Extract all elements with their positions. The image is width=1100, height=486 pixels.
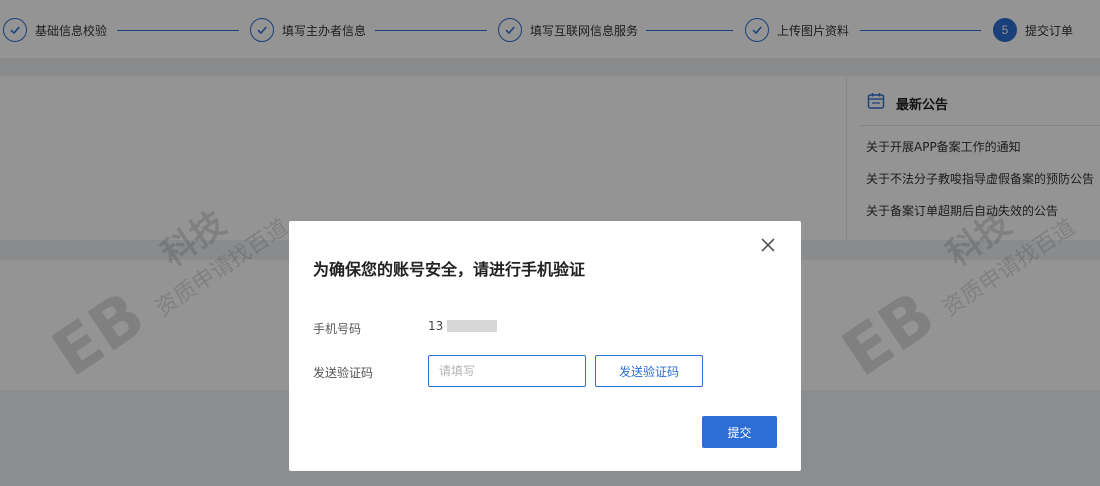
send-code-button[interactable]: 发送验证码 (595, 355, 703, 387)
phone-verification-dialog: 为确保您的账号安全，请进行手机验证 手机号码 13 发送验证码 发送验证码 提交 (289, 221, 801, 471)
phone-mask (447, 320, 498, 332)
phone-value: 13 (428, 319, 498, 333)
phone-label: 手机号码 (313, 322, 362, 336)
verification-code-input[interactable] (428, 355, 586, 387)
submit-button[interactable]: 提交 (702, 416, 777, 448)
page: 基础信息校验 填写主办者信息 填写互联网信息服务 上传图片资料 5 提交订单 最… (0, 0, 1100, 486)
close-button[interactable] (758, 235, 778, 255)
close-icon (761, 238, 775, 252)
dialog-title: 为确保您的账号安全，请进行手机验证 (313, 260, 586, 279)
phone-prefix: 13 (428, 319, 444, 333)
code-label: 发送验证码 (313, 366, 374, 380)
